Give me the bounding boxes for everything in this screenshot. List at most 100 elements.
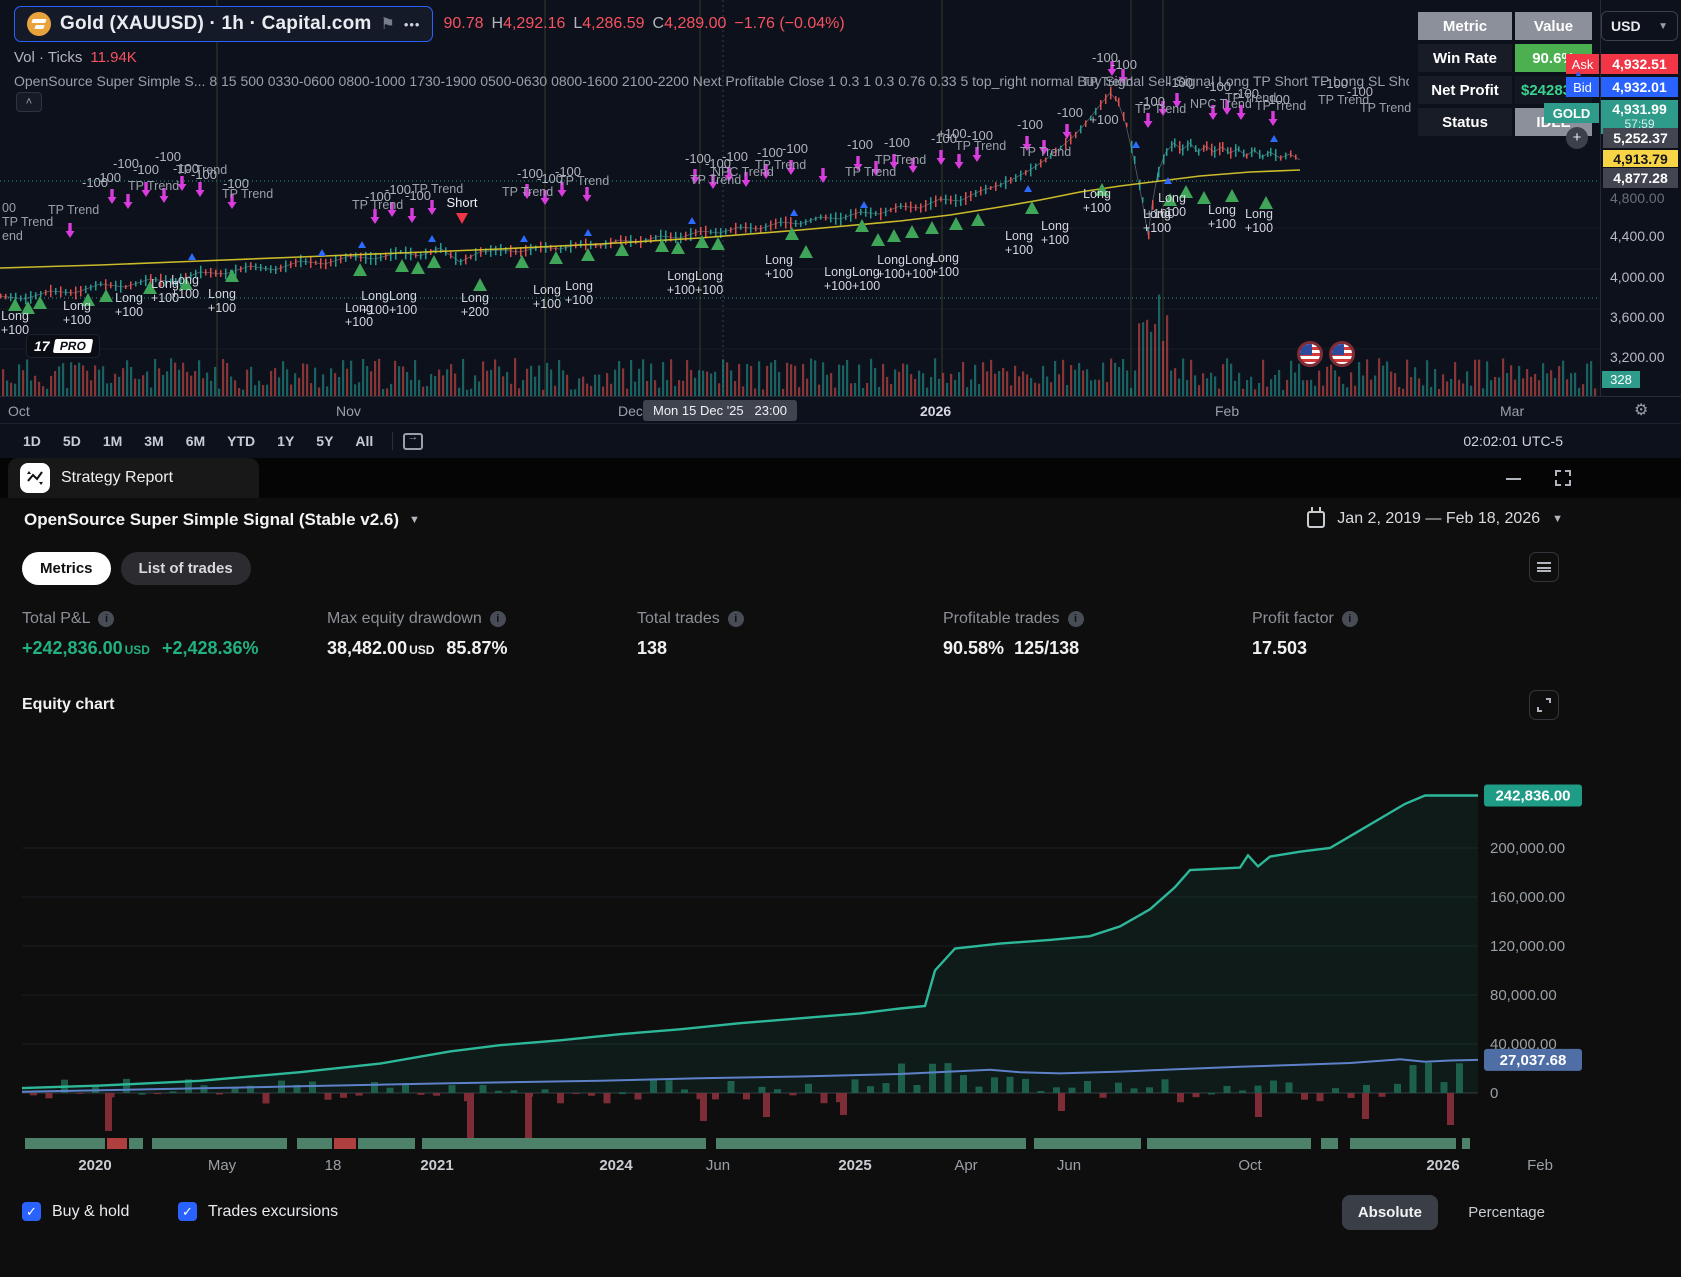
range-button-3m[interactable]: 3M <box>135 429 172 453</box>
info-icon[interactable]: i <box>1342 611 1358 627</box>
candle <box>1182 144 1184 155</box>
candle <box>1187 141 1189 151</box>
more-options-icon[interactable]: ••• <box>404 17 421 32</box>
chart-label: Long <box>115 291 143 305</box>
flag-icon[interactable]: ⚑ <box>380 14 394 34</box>
range-button-1m[interactable]: 1M <box>94 429 131 453</box>
range-button-6m[interactable]: 6M <box>177 429 214 453</box>
candle <box>30 291 32 304</box>
candle <box>350 253 352 258</box>
equity-bar-negative <box>1193 1093 1200 1097</box>
volume-bar <box>54 371 56 396</box>
strategy-report-tab[interactable]: Strategy Report <box>8 458 259 498</box>
volume-bar <box>354 384 356 396</box>
range-button-all[interactable]: All <box>346 429 382 453</box>
candle <box>765 223 767 231</box>
collapse-chevron-button[interactable]: ˄ <box>16 92 42 112</box>
equity-x-label: 2026 <box>1426 1157 1459 1174</box>
volume-bar <box>882 364 884 396</box>
candle <box>1206 141 1208 150</box>
tradingview-logo[interactable]: 17 PRO <box>26 334 100 358</box>
volume-bar <box>114 374 116 396</box>
volume-legend[interactable]: Vol · Ticks11.94K <box>14 49 1409 66</box>
candle <box>1070 134 1072 144</box>
symbol-button[interactable]: Gold (XAUUSD) · 1h · Capital.com ⚑ ••• <box>14 6 433 42</box>
chevron-down-icon[interactable]: ▼ <box>409 514 420 526</box>
add-alert-plus-button[interactable]: + <box>1566 127 1588 149</box>
candle <box>1010 177 1012 184</box>
percentage-button[interactable]: Percentage <box>1468 1204 1545 1221</box>
clock-utc[interactable]: 02:02:01 UTC-5 <box>1463 433 1563 449</box>
equity-chart-canvas[interactable]: 200,000.00160,000.00120,000.0080,000.004… <box>0 726 1681 1190</box>
calendar-flag-icon[interactable] <box>1297 341 1323 367</box>
range-button-ytd[interactable]: YTD <box>218 429 264 453</box>
candle <box>1000 183 1002 188</box>
candle <box>55 288 57 295</box>
indicator-legend[interactable]: OpenSource Super Simple S... 8 15 500 03… <box>14 73 1409 89</box>
volume-bar <box>154 359 156 396</box>
range-button-5y[interactable]: 5Y <box>307 429 342 453</box>
info-icon[interactable]: i <box>728 611 744 627</box>
absolute-button[interactable]: Absolute <box>1342 1195 1438 1230</box>
volume-bar <box>398 366 400 396</box>
info-icon[interactable]: i <box>98 611 114 627</box>
tab-metrics[interactable]: Metrics <box>22 552 111 585</box>
chart-label: LongLong <box>361 289 417 303</box>
volume-bar <box>1166 315 1168 396</box>
candle <box>205 269 207 275</box>
ohlc-close: 4,289.00 <box>664 15 726 32</box>
trades-excursions-checkbox[interactable]: ✓ <box>178 1202 197 1221</box>
strategy-name[interactable]: OpenSource Super Simple Signal (Stable v… <box>24 510 399 530</box>
volume-bar <box>582 377 584 396</box>
candle <box>850 209 852 222</box>
chart-label: TP Trend <box>1020 145 1071 159</box>
date-range-picker[interactable]: Jan 2, 2019 — Feb 18, 2026 ▼ <box>1307 510 1563 528</box>
volume-bar <box>34 376 36 396</box>
expand-icon[interactable] <box>1555 470 1571 486</box>
volume-bar <box>1522 378 1524 396</box>
chart-label: +100+100 <box>667 283 723 297</box>
volume-bar <box>1506 373 1508 396</box>
volume-bar <box>1366 359 1368 396</box>
calendar-flag-icon[interactable] <box>1329 341 1355 367</box>
volume-bar <box>358 382 360 396</box>
candle <box>1290 150 1292 157</box>
report-layout-icon[interactable] <box>1529 552 1559 582</box>
candle <box>295 259 297 267</box>
minimize-icon[interactable] <box>1506 470 1521 480</box>
range-button-1d[interactable]: 1D <box>14 429 50 453</box>
volume-bar <box>1062 360 1064 396</box>
info-icon[interactable]: i <box>490 611 506 627</box>
equity-expand-icon[interactable] <box>1529 690 1559 720</box>
candle <box>425 249 427 260</box>
volume-bar <box>486 371 488 396</box>
equity-bar-negative <box>821 1093 828 1103</box>
axis-settings-gear-icon[interactable]: ⚙ <box>1634 400 1648 420</box>
candle <box>755 226 757 232</box>
buy-hold-checkbox[interactable]: ✓ <box>22 1202 41 1221</box>
info-icon[interactable]: i <box>1068 611 1084 627</box>
volume-bar <box>218 389 220 396</box>
volume-bar <box>1586 364 1588 396</box>
volume-bar <box>382 389 384 396</box>
volume-bar <box>378 359 380 396</box>
time-axis[interactable]: Mon 15 Dec '25 23:00 ⚙ OctNovDec2026FebM… <box>0 396 1681 423</box>
chart-label: -100 <box>82 175 108 190</box>
range-button-1y[interactable]: 1Y <box>268 429 303 453</box>
buy-signal-triangle <box>615 243 629 256</box>
currency-dropdown[interactable]: USD▼ <box>1601 11 1678 41</box>
candle <box>1100 100 1102 110</box>
candle <box>790 217 792 229</box>
equity-bar-negative <box>743 1093 750 1099</box>
volume-bar <box>906 364 908 396</box>
chart-label: +100 <box>533 297 561 311</box>
range-button-5d[interactable]: 5D <box>54 429 90 453</box>
candle <box>910 202 912 213</box>
go-to-date-icon[interactable] <box>403 433 423 450</box>
candle <box>1254 148 1256 153</box>
volume-bar <box>390 384 392 396</box>
ma-trend-line <box>0 170 1300 268</box>
volume-bar <box>1090 380 1092 396</box>
tab-list-of-trades[interactable]: List of trades <box>121 552 251 585</box>
ohlc-open: 90.78 <box>443 15 483 33</box>
